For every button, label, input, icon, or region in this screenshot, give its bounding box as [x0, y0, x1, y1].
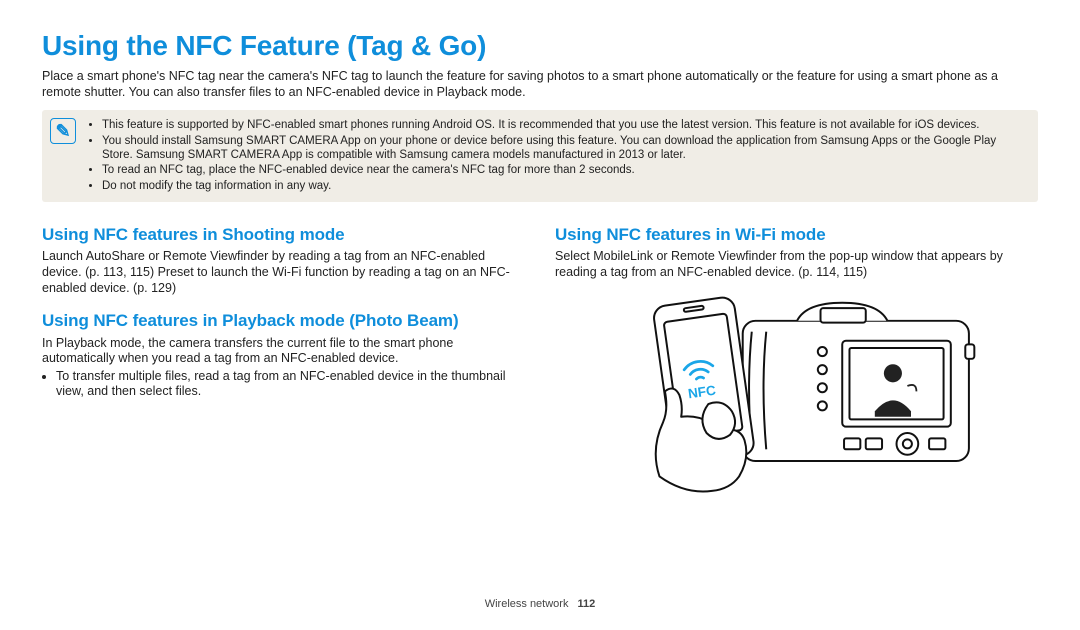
note-list: This feature is supported by NFC-enabled… [88, 118, 1028, 193]
section-body-shooting: Launch AutoShare or Remote Viewfinder by… [42, 249, 525, 296]
section-heading-shooting: Using NFC features in Shooting mode [42, 224, 525, 245]
footer-section: Wireless network [485, 598, 569, 610]
note-item: Do not modify the tag information in any… [102, 179, 1028, 193]
section-heading-wifi: Using NFC features in Wi-Fi mode [555, 224, 1038, 245]
section-body-playback: In Playback mode, the camera transfers t… [42, 336, 525, 367]
section-body-wifi: Select MobileLink or Remote Viewfinder f… [555, 249, 1038, 280]
note-icon: ✎ [50, 118, 76, 144]
section-bullet: To transfer multiple files, read a tag f… [56, 369, 525, 400]
right-column: Using NFC features in Wi-Fi mode Select … [555, 220, 1038, 495]
footer-page-number: 112 [578, 598, 596, 610]
illustration-nfc-camera: NFC [555, 295, 1038, 495]
note-item: This feature is supported by NFC-enabled… [102, 118, 1028, 132]
page-title: Using the NFC Feature (Tag & Go) [42, 28, 1038, 63]
left-column: Using NFC features in Shooting mode Laun… [42, 220, 525, 495]
note-callout: ✎ This feature is supported by NFC-enabl… [42, 110, 1038, 202]
intro-paragraph: Place a smart phone's NFC tag near the c… [42, 69, 1038, 100]
note-item: You should install Samsung SMART CAMERA … [102, 134, 1028, 163]
page-footer: Wireless network 112 [0, 598, 1080, 612]
note-item: To read an NFC tag, place the NFC-enable… [102, 163, 1028, 177]
section-heading-playback: Using NFC features in Playback mode (Pho… [42, 310, 525, 331]
camera-phone-svg: NFC [607, 295, 987, 495]
section-bullets-playback: To transfer multiple files, read a tag f… [42, 369, 525, 400]
